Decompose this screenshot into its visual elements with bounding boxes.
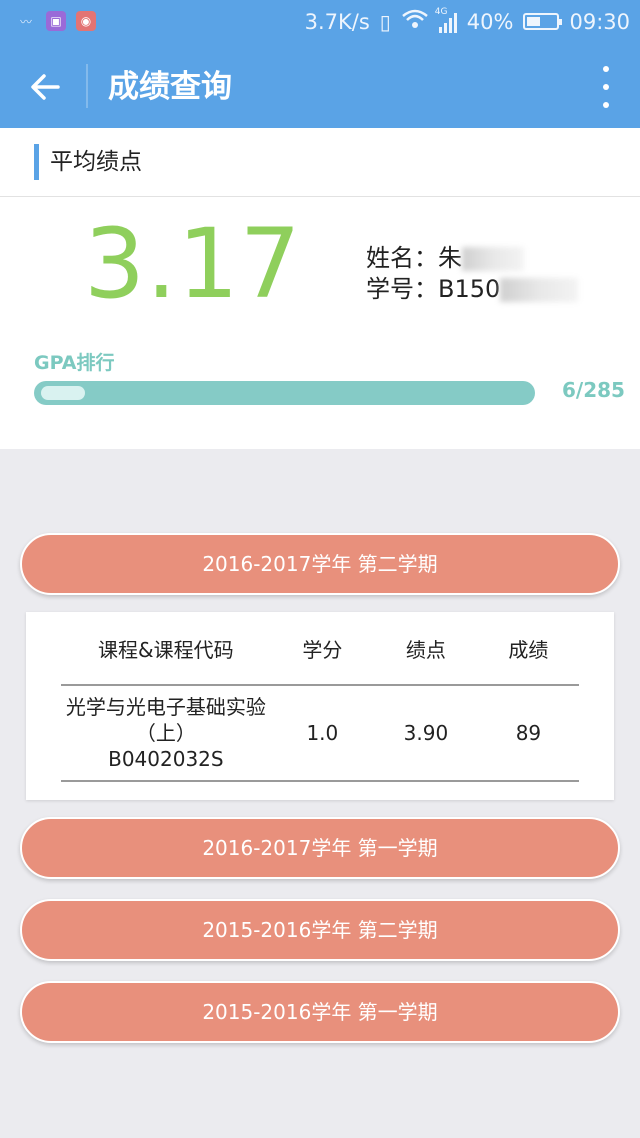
cell-course: 光学与光电子基础实验（上） B0402032S (61, 685, 271, 782)
table-header-row: 课程&课程代码 学分 绩点 成绩 (61, 612, 579, 686)
battery-percent: 40% (466, 9, 514, 34)
network-speed: 3.7K/s (304, 9, 370, 34)
page-title: 成绩查询 (108, 69, 232, 105)
clock: 09:30 (569, 9, 630, 34)
photo-icon: ▣ (46, 11, 66, 31)
term-button-2015-2016-2[interactable]: 2015-2016学年 第二学期 (20, 899, 620, 961)
network-type: 4G (434, 6, 448, 17)
course-code: B0402032S (108, 747, 224, 771)
gpa-rank-text: 6/285 (562, 378, 625, 402)
cell-score: 89 (477, 685, 579, 782)
section-title: 平均绩点 (50, 149, 142, 175)
redaction-blur (500, 278, 579, 302)
app-bar-divider (86, 64, 88, 108)
grade-table-panel: 课程&课程代码 学分 绩点 成绩 光学与光电子基础实验（上） B0402032S… (26, 612, 614, 800)
status-icons-left: 〰 ▣ ◉ (16, 11, 96, 31)
wifi-icon (401, 9, 429, 34)
term-button-2016-2017-1[interactable]: 2016-2017学年 第一学期 (20, 817, 620, 879)
id-label: 学号： (366, 275, 438, 303)
app-bar: 成绩查询 (0, 46, 640, 128)
gpa-rank-bar (34, 381, 535, 405)
term-button-2015-2016-1[interactable]: 2015-2016学年 第一学期 (20, 981, 620, 1043)
gpa-card: 3.17 姓名：朱 学号：B150 GPA排行 6/285 (0, 197, 640, 449)
header-course: 课程&课程代码 (61, 612, 271, 686)
activity-icon: 〰 (19, 14, 32, 29)
back-arrow-icon[interactable] (22, 64, 68, 110)
header-gp: 绩点 (374, 612, 478, 686)
id-value: B150 (438, 275, 501, 303)
section-accent-bar (34, 144, 39, 180)
status-bar: 〰 ▣ ◉ 3.7K/s ▯ 4G 40% 09:30 (0, 0, 640, 46)
redaction-blur (462, 247, 524, 271)
cell-credit: 1.0 (270, 685, 375, 782)
name-value: 朱 (438, 244, 462, 272)
more-vert-icon[interactable] (596, 66, 616, 108)
gpa-rank-fill (41, 386, 85, 400)
gpa-rank-label: GPA排行 (34, 352, 115, 374)
gpa-value: 3.17 (84, 208, 302, 320)
app-icon: ◉ (76, 11, 96, 31)
table-row: 光学与光电子基础实验（上） B0402032S 1.0 3.90 89 (61, 685, 579, 782)
student-id-row: 学号：B150 (366, 274, 579, 305)
signal-icon: 4G (435, 7, 457, 33)
section-header: 平均绩点 (0, 128, 640, 197)
grade-table: 课程&课程代码 学分 绩点 成绩 光学与光电子基础实验（上） B0402032S… (61, 612, 579, 782)
vibrate-icon: ▯ (379, 9, 391, 34)
battery-icon (523, 13, 563, 30)
student-name-row: 姓名：朱 (366, 243, 578, 274)
status-icons-right: 3.7K/s ▯ 4G 40% 09:30 (304, 7, 630, 34)
header-credit: 学分 (270, 612, 375, 686)
term-button-2016-2017-2[interactable]: 2016-2017学年 第二学期 (20, 533, 620, 595)
student-info: 姓名：朱 学号：B150 (366, 243, 579, 305)
course-name: 光学与光电子基础实验（上） (65, 695, 266, 745)
header-score: 成绩 (477, 612, 579, 686)
name-label: 姓名： (366, 244, 438, 272)
cell-gp: 3.90 (374, 685, 478, 782)
